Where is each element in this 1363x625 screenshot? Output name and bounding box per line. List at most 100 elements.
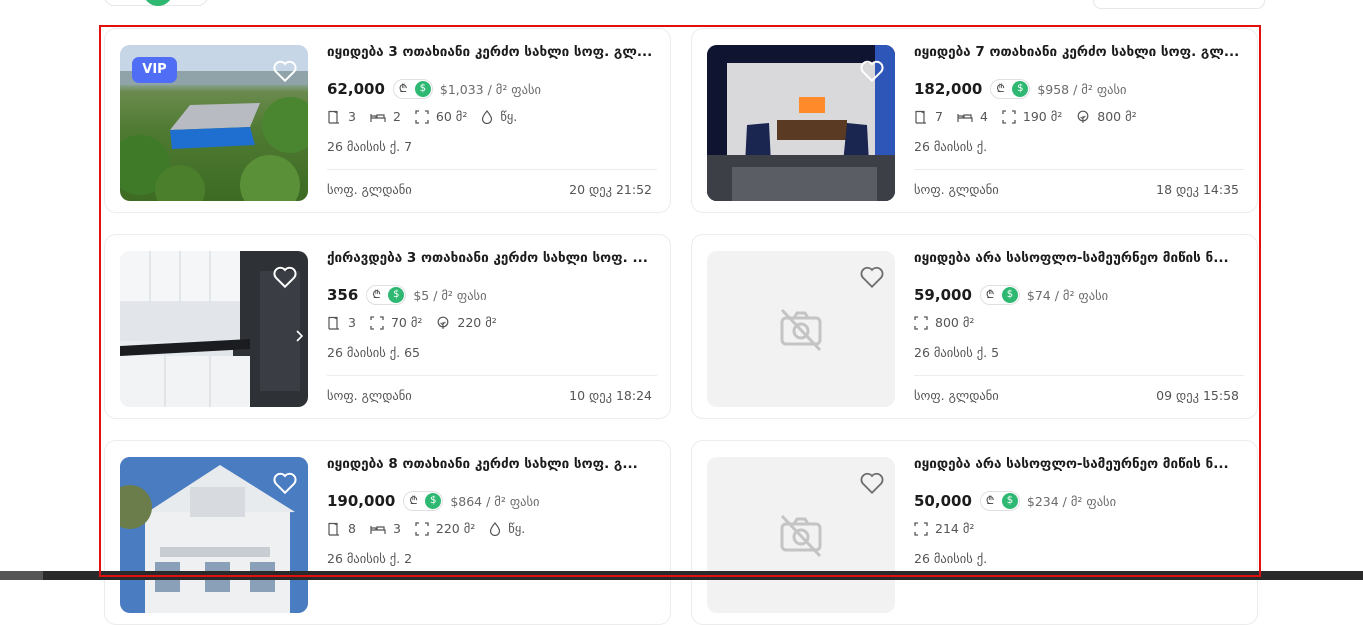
- usd-icon: $: [1012, 81, 1029, 97]
- spec-bedrooms: 4: [957, 109, 988, 124]
- bed-icon: [370, 525, 386, 534]
- currency-toggle[interactable]: ₾ $: [990, 79, 1031, 99]
- listing-card[interactable]: იყიდება არა სასოფლო-სამეურნეო მიწის ნ...…: [691, 234, 1258, 419]
- bed-icon: [957, 113, 973, 122]
- listing-location: სოფ. გლდანი: [327, 182, 412, 197]
- spec-water: წყ.: [481, 109, 517, 124]
- currency-toggle[interactable]: ₾ $: [366, 285, 407, 305]
- area-icon: [1002, 109, 1016, 124]
- listing-card[interactable]: VIP იყიდება 3 ოთახიანი კერძო სახლი სოფ. …: [104, 28, 671, 213]
- spec-area: 220 მ²: [415, 521, 475, 536]
- area-icon: [914, 521, 928, 536]
- toggle-knob: [143, 0, 173, 6]
- listing-photo[interactable]: VIP: [120, 45, 308, 201]
- currency-toggle[interactable]: ₾ $: [403, 491, 444, 511]
- usd-icon: $: [425, 493, 442, 509]
- listing-title[interactable]: ქირავდება 3 ოთახიანი კერძო სახლი სოფ. ..…: [327, 250, 657, 266]
- door-icon: [328, 110, 339, 124]
- top-sort-select[interactable]: [1093, 0, 1265, 9]
- chevron-right-icon[interactable]: [294, 329, 304, 343]
- gel-icon: ₾: [985, 288, 995, 301]
- horizontal-scrollbar[interactable]: [0, 571, 1363, 580]
- usd-icon: $: [388, 287, 405, 303]
- heart-icon[interactable]: [272, 59, 298, 83]
- currency-toggle[interactable]: ₾ $: [392, 79, 433, 99]
- listing-address: 26 მაისის ქ.: [914, 139, 988, 154]
- spec-rooms: 7: [914, 109, 943, 124]
- listing-card[interactable]: იყიდება 8 ოთახიანი კერძო სახლი სოფ. გ...…: [104, 440, 671, 625]
- price-per-sqm: $234 / მ² ფასი: [1026, 493, 1117, 509]
- listing-price: 50,000: [914, 492, 972, 510]
- listing-date: 20 დეკ 21:52: [569, 182, 652, 197]
- listing-photo-placeholder[interactable]: [707, 457, 895, 613]
- area-icon: [370, 315, 384, 330]
- listing-address: 26 მაისის ქ. 2: [327, 551, 413, 566]
- listing-price: 190,000: [327, 492, 396, 510]
- listing-address: 26 მაისის ქ. 65: [327, 345, 420, 360]
- gel-icon: ₾: [398, 82, 408, 95]
- usd-icon: $: [1001, 287, 1018, 303]
- listing-photo-placeholder[interactable]: [707, 251, 895, 407]
- listing-photo[interactable]: [707, 45, 895, 201]
- spec-rooms: 8: [327, 521, 356, 536]
- listing-specs: 3 2 60 მ² წყ.: [327, 109, 531, 124]
- currency-toggle[interactable]: ₾ $: [979, 285, 1020, 305]
- no-photo-icon: [780, 308, 822, 352]
- listing-specs: 7 4 190 მ² 800 მ²: [914, 109, 1151, 124]
- listing-specs: 8 3 220 მ² წყ.: [327, 521, 539, 536]
- listing-price: 356: [327, 286, 359, 304]
- listing-price: 182,000: [914, 80, 983, 98]
- listing-specs: 800 მ²: [914, 315, 988, 330]
- listing-specs: 214 მ²: [914, 521, 988, 536]
- card-divider: [327, 169, 657, 170]
- listing-specs: 3 70 მ² 220 მ²: [327, 315, 511, 330]
- listing-address: 26 მაისის ქ. 7: [327, 139, 413, 154]
- gel-icon: ₾: [996, 82, 1005, 95]
- listing-title[interactable]: იყიდება 8 ოთახიანი კერძო სახლი სოფ. გ...: [327, 456, 657, 472]
- listing-title[interactable]: იყიდება 3 ოთახიანი კერძო სახლი სოფ. გლ..…: [327, 44, 657, 60]
- price-row: 182,000 ₾ $ $958 / მ² ფასი: [914, 78, 1126, 100]
- price-row: 190,000 ₾ $ $864 / მ² ფასი: [327, 490, 539, 512]
- top-filter-toggle[interactable]: [104, 0, 208, 6]
- card-divider: [914, 169, 1244, 170]
- vip-badge: VIP: [132, 57, 177, 83]
- price-per-sqm: $864 / მ² ფასი: [450, 493, 540, 509]
- gel-icon: ₾: [372, 288, 381, 301]
- heart-icon[interactable]: [859, 265, 885, 289]
- listing-location: სოფ. გლდანი: [327, 388, 412, 403]
- heart-icon[interactable]: [272, 471, 298, 495]
- currency-toggle[interactable]: ₾ $: [979, 491, 1020, 511]
- listing-location: სოფ. გლდანი: [914, 388, 999, 403]
- drop-icon: [482, 109, 493, 124]
- heart-icon[interactable]: [859, 471, 885, 495]
- price-row: 62,000 ₾ $ $1,033 / მ² ფასი: [327, 78, 541, 100]
- heart-icon[interactable]: [859, 59, 885, 83]
- listing-title[interactable]: იყიდება არა სასოფლო-სამეურნეო მიწის ნ...: [914, 456, 1244, 472]
- gel-icon: ₾: [985, 494, 995, 507]
- listing-photo[interactable]: [120, 457, 308, 613]
- listing-photo[interactable]: [120, 251, 308, 407]
- gel-icon: ₾: [409, 494, 418, 507]
- listing-location: სოფ. გლდანი: [914, 182, 999, 197]
- listing-card[interactable]: იყიდება არა სასოფლო-სამეურნეო მიწის ნ...…: [691, 440, 1258, 625]
- listing-address: 26 მაისის ქ.: [914, 551, 988, 566]
- price-row: 356 ₾ $ $5 / მ² ფასი: [327, 284, 487, 306]
- price-per-sqm: $5 / მ² ფასი: [413, 287, 487, 303]
- price-per-sqm: $1,033 / მ² ფასი: [439, 81, 541, 97]
- spec-area: 800 მ²: [914, 315, 974, 330]
- listing-title[interactable]: იყიდება 7 ოთახიანი კერძო სახლი სოფ. გლ..…: [914, 44, 1244, 60]
- listing-card[interactable]: იყიდება 7 ოთახიანი კერძო სახლი სოფ. გლ..…: [691, 28, 1258, 213]
- spec-rooms: 3: [327, 109, 356, 124]
- spec-yard: 220 მ²: [436, 315, 497, 330]
- area-icon: [415, 521, 429, 536]
- usd-icon: $: [1001, 493, 1018, 509]
- listing-date: 09 დეკ 15:58: [1156, 388, 1239, 403]
- listing-card[interactable]: ქირავდება 3 ოთახიანი კერძო სახლი სოფ. ..…: [104, 234, 671, 419]
- listing-date: 10 დეკ 18:24: [569, 388, 652, 403]
- price-per-sqm: $958 / მ² ფასი: [1037, 81, 1127, 97]
- heart-icon[interactable]: [272, 265, 298, 289]
- scrollbar-thumb[interactable]: [0, 571, 43, 580]
- usd-icon: $: [414, 81, 431, 97]
- door-icon: [915, 110, 926, 124]
- listing-title[interactable]: იყიდება არა სასოფლო-სამეურნეო მიწის ნ...: [914, 250, 1244, 266]
